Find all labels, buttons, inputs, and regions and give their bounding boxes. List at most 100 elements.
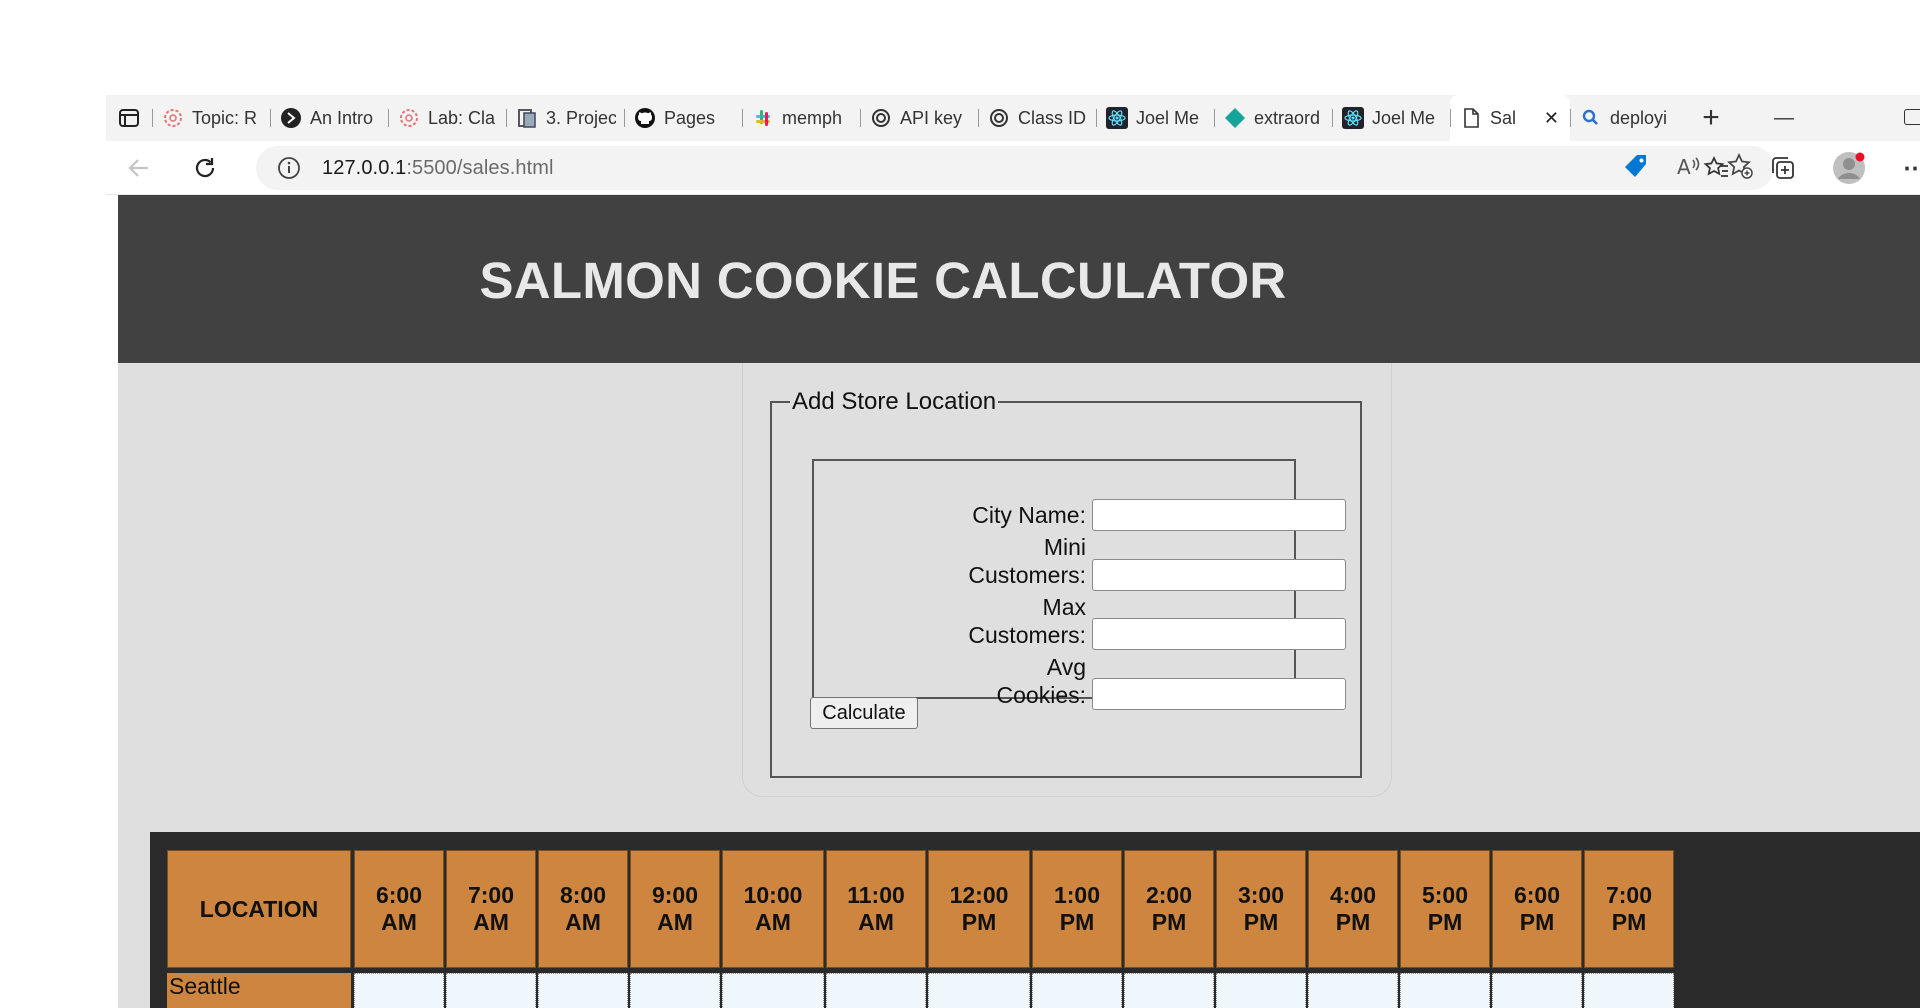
book-icon [516,107,538,129]
row-location-seattle: Seattle [167,973,351,1008]
table-cell [1584,973,1674,1008]
browser-tab[interactable]: Sal ✕ [1450,95,1570,141]
city-name-label: City Name: [972,502,1086,528]
browser-tab[interactable]: Joel Me [1332,95,1450,141]
header-hour: 8:00 AM [538,850,628,968]
header-hour: 4:00 PM [1308,850,1398,968]
minimize-button[interactable]: — [1764,95,1804,141]
close-tab-icon[interactable]: ✕ [1541,108,1562,129]
browser-tab[interactable]: Class ID [978,95,1096,141]
openai-icon [988,107,1010,129]
fieldset-legend: Add Store Location [792,388,997,415]
tab-label: Class ID [1018,107,1087,128]
table-cell [1032,973,1122,1008]
browser-window: Topic: R An Intro Lab: Cla 3. Projec Pages me… [106,95,1920,1008]
collections-icon [1772,157,1794,179]
table-cell [538,973,628,1008]
header-hour: 9:00 AM [630,850,720,968]
favorites-button[interactable] [1684,141,1750,195]
browser-tab[interactable]: Topic: R [152,95,270,141]
table-cell [1124,973,1214,1008]
new-tab-button[interactable]: + [1688,95,1734,141]
table-cell [1492,973,1582,1008]
header-hour: 3:00 PM [1216,850,1306,968]
url-text[interactable]: 127.0.0.1:5500/sales.html [322,157,554,180]
header-hour: 5:00 PM [1400,850,1490,968]
back-arrow-icon [128,158,148,177]
avatar [1833,152,1865,184]
header-hour: 6:00 PM [1492,850,1582,968]
max-customers-label-text: Max Customers: [968,594,1086,648]
react-icon [1342,107,1364,129]
canvas-icon [162,107,184,129]
browser-tab[interactable]: deployi [1570,95,1688,141]
page-viewport: SALMON COOKIE CALCULATOR Add Store Locat… [106,195,1920,1008]
header-hour: 7:00 AM [446,850,536,968]
browser-tab[interactable]: Lab: Cla [388,95,506,141]
header-hour: 12:00 PM [928,850,1030,968]
page-body: SALMON COOKIE CALCULATOR Add Store Locat… [118,195,1920,1008]
header-hour: 6:00 AM [354,850,444,968]
diamond-icon [1224,107,1246,129]
tab-strip: Topic: R An Intro Lab: Cla 3. Projec Pages me… [106,95,1920,141]
maximize-button[interactable] [1904,109,1920,125]
tab-actions-icon [119,109,139,127]
tab-label: 3. Projec [546,107,616,128]
table-cell [722,973,824,1008]
search-icon [1580,107,1602,129]
openai-icon [870,107,892,129]
browser-tab[interactable]: An Intro [270,95,388,141]
mini-customers-label: Mini Customers: [898,533,1086,589]
collections-button[interactable] [1750,141,1816,195]
table-cell [630,973,720,1008]
calculate-button[interactable]: Calculate [810,697,918,729]
header-hour: 1:00 PM [1032,850,1122,968]
tab-label: API key [900,107,963,128]
browser-tab[interactable]: extraord [1214,95,1332,141]
header-hour: 10:00 AM [722,850,824,968]
tab-label: Pages [664,107,716,128]
address-bar[interactable]: 127.0.0.1:5500/sales.html A [256,146,1774,190]
coupon-tag-icon[interactable] [1622,152,1650,185]
slack-icon [752,107,774,129]
tab-label: Topic: R [192,107,258,128]
city-name-input[interactable] [1092,499,1346,531]
page-title: SALMON COOKIE CALCULATOR [479,252,1287,309]
browser-tab[interactable]: Pages [624,95,742,141]
github-icon [634,107,656,129]
avg-cookies-label-text: Avg Cookies: [996,654,1086,708]
max-customers-input[interactable] [1092,618,1346,650]
url-path: :5500/sales.html [406,156,554,179]
page-header: SALMON COOKIE CALCULATOR [118,195,1920,363]
avg-cookies-input[interactable] [1092,678,1346,710]
site-info-icon[interactable] [272,151,306,185]
browser-tab[interactable]: 3. Projec [506,95,624,141]
browser-tab[interactable]: memph [742,95,860,141]
max-customers-label: Max Customers: [898,593,1086,649]
header-location: LOCATION [167,850,351,968]
tab-actions-button[interactable] [106,95,152,141]
header-hour: 2:00 PM [1124,850,1214,968]
mini-customers-label-text: Mini Customers: [968,534,1086,588]
settings-more-button[interactable]: ⋯ [1882,141,1920,195]
refresh-button[interactable] [172,141,238,195]
profile-button[interactable] [1816,141,1882,195]
min-customers-input[interactable] [1092,559,1346,591]
header-hour: 7:00 PM [1584,850,1674,968]
avg-cookies-label: Avg Cookies: [898,653,1086,709]
tab-label: Joel Me [1136,107,1200,128]
table-cell [354,973,444,1008]
table-cell [1400,973,1490,1008]
back-button[interactable] [106,141,172,195]
canvas-icon [398,107,420,129]
tab-label: Lab: Cla [428,107,496,128]
table-cell [826,973,926,1008]
table-cell [928,973,1030,1008]
tab-label: memph [782,107,843,128]
tab-label: extraord [1254,107,1321,128]
browser-toolbar: 127.0.0.1:5500/sales.html A ⋯ [106,141,1920,195]
url-host: 127.0.0.1 [322,156,407,179]
tab-label: Sal [1490,107,1517,128]
browser-tab[interactable]: API key [860,95,978,141]
browser-tab[interactable]: Joel Me [1096,95,1214,141]
